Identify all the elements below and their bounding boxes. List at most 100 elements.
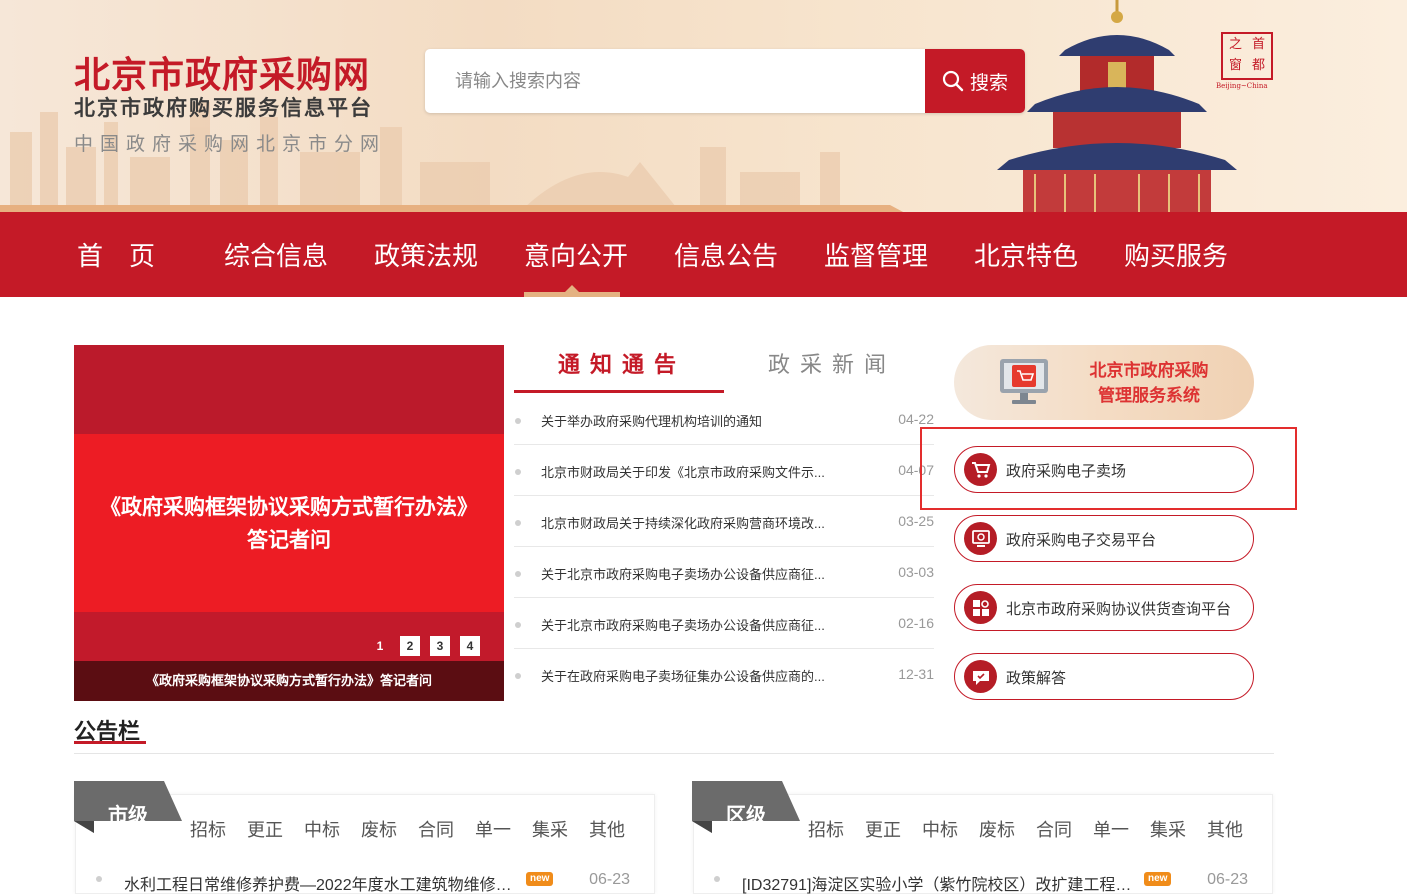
city-level-panel: 市级 招标 更正 中标 废标 合同 单一 集采 其他 水利工程日常维修养护费—2… — [74, 781, 655, 894]
bullet-icon — [515, 673, 521, 679]
notice-title[interactable]: 关于举办政府采购代理机构培训的通知 — [541, 411, 861, 430]
tab-correction[interactable]: 更正 — [865, 816, 901, 842]
tab-tender[interactable]: 招标 — [190, 816, 226, 842]
panel-tag-label: 市级 — [108, 803, 148, 827]
announcement-title[interactable]: 水利工程日常维修养护费—2022年度水工建筑物维修养... — [124, 871, 524, 894]
board-title-underline — [74, 741, 146, 744]
nav-item-policy[interactable]: 政策法规 — [374, 236, 478, 273]
notice-title[interactable]: 关于北京市政府采购电子卖场办公设备供应商征... — [541, 564, 861, 583]
tab-notices[interactable]: 通知通告 — [558, 347, 686, 379]
tab-procurement-news[interactable]: 政采新闻 — [768, 347, 896, 379]
system-banner-text: 北京市政府采购 管理服务系统 — [1089, 361, 1209, 406]
carousel-slide[interactable]: 《政府采购框架协议采购方式暂行办法》 答记者问 — [74, 434, 504, 612]
search-bar: 搜索 — [425, 49, 1025, 113]
policy-qa-link[interactable]: 政策解答 — [954, 653, 1254, 700]
board-divider — [74, 753, 1274, 754]
tab-correction[interactable]: 更正 — [247, 816, 283, 842]
nav-item-intention[interactable]: 意向公开 — [524, 236, 628, 273]
seal-caption: Beijing~China — [1216, 82, 1268, 90]
carousel-page-1[interactable]: 1 — [370, 636, 390, 656]
list-item[interactable]: 关于北京市政府采购电子卖场办公设备供应商征... 02-16 — [514, 598, 934, 649]
category-tabs: 招标 更正 中标 废标 合同 单一 集采 其他 — [808, 816, 1243, 842]
list-item[interactable]: 关于北京市政府采购电子卖场办公设备供应商征... 03-03 — [514, 547, 934, 598]
bullet-icon — [515, 418, 521, 424]
list-item[interactable]: [ID32791]海淀区实验小学（紫竹院校区）改扩建工程配... new 06-… — [694, 857, 1272, 894]
tab-single-source[interactable]: 单一 — [475, 816, 511, 842]
notice-date: 02-16 — [898, 615, 934, 631]
query-icon — [964, 591, 997, 624]
supply-query-platform-label: 北京市政府采购协议供货查询平台 — [1006, 601, 1232, 618]
tab-other[interactable]: 其他 — [589, 816, 625, 842]
policy-qa-label: 政策解答 — [1006, 670, 1067, 687]
nav-item-home[interactable]: 首 页 — [77, 236, 155, 273]
nav-item-announcements[interactable]: 信息公告 — [674, 236, 778, 273]
bullet-icon — [96, 876, 102, 882]
notice-date: 04-22 — [898, 411, 934, 427]
district-level-panel: 区级 招标 更正 中标 废标 合同 单一 集采 其他 [ID32791]海淀区实… — [692, 781, 1273, 894]
monitor-cart-icon — [1000, 359, 1048, 404]
nav-active-indicator — [524, 292, 620, 297]
nav-item-beijing-features[interactable]: 北京特色 — [974, 236, 1078, 273]
notice-tabs: 通知通告 政采新闻 — [514, 345, 934, 393]
list-item[interactable]: 北京市财政局关于持续深化政府采购营商环境改... 03-25 — [514, 496, 934, 547]
trade-platform-icon — [964, 522, 997, 555]
e-trading-platform-label: 政府采购电子交易平台 — [1006, 532, 1157, 549]
tab-active-underline — [514, 390, 724, 393]
notice-date: 12-31 — [898, 666, 934, 682]
bullet-icon — [515, 520, 521, 526]
tab-award[interactable]: 中标 — [922, 816, 958, 842]
bullet-icon — [515, 469, 521, 475]
highlight-annotation-box — [920, 427, 1297, 510]
carousel-heading-line1: 《政府采购框架协议采购方式暂行办法》 — [100, 494, 478, 519]
announcement-title[interactable]: [ID32791]海淀区实验小学（紫竹院校区）改扩建工程配... — [742, 871, 1142, 894]
carousel-page-3[interactable]: 3 — [430, 636, 450, 656]
site-subtitle-secondary: 中国政府采购网北京市分网 — [74, 133, 387, 155]
tab-single-source[interactable]: 单一 — [1093, 816, 1129, 842]
news-carousel[interactable]: 《政府采购框架协议采购方式暂行办法》 答记者问 1 2 3 4 《政府采购框架协… — [74, 345, 504, 701]
carousel-page-4[interactable]: 4 — [460, 636, 480, 656]
tab-cancel[interactable]: 废标 — [979, 816, 1015, 842]
notice-title[interactable]: 北京市财政局关于持续深化政府采购营商环境改... — [541, 513, 861, 532]
nav-item-purchase-services[interactable]: 购买服务 — [1124, 236, 1228, 273]
search-icon — [942, 70, 964, 92]
new-badge: new — [526, 872, 554, 886]
e-trading-platform-link[interactable]: 政府采购电子交易平台 — [954, 515, 1254, 562]
tab-centralized[interactable]: 集采 — [1150, 816, 1186, 842]
carousel-caption[interactable]: 《政府采购框架协议采购方式暂行办法》答记者问 — [74, 661, 504, 701]
chat-icon — [964, 660, 997, 693]
site-subtitle: 北京市政府购买服务信息平台 — [74, 96, 373, 120]
tab-other[interactable]: 其他 — [1207, 816, 1243, 842]
procurement-management-system-link[interactable]: 北京市政府采购 管理服务系统 — [954, 345, 1254, 420]
nav-item-supervision[interactable]: 监督管理 — [824, 236, 928, 273]
tab-contract[interactable]: 合同 — [1036, 816, 1072, 842]
tab-contract[interactable]: 合同 — [418, 816, 454, 842]
supply-query-platform-link[interactable]: 北京市政府采购协议供货查询平台 — [954, 584, 1254, 631]
carousel-heading-line2: 答记者问 — [247, 527, 331, 552]
carousel-pager: 1 2 3 4 — [370, 636, 480, 656]
carousel-page-2[interactable]: 2 — [400, 636, 420, 656]
tab-tender[interactable]: 招标 — [808, 816, 844, 842]
list-item[interactable]: 关于在政府采购电子卖场征集办公设备供应商的... 12-31 — [514, 649, 934, 700]
bullet-icon — [515, 571, 521, 577]
list-item[interactable]: 水利工程日常维修养护费—2022年度水工建筑物维修养... new 06-23 — [76, 857, 654, 894]
list-item[interactable]: 北京市财政局关于印发《北京市政府采购文件示... 04-07 — [514, 445, 934, 496]
search-input[interactable] — [425, 49, 925, 113]
notice-title[interactable]: 关于北京市政府采购电子卖场办公设备供应商征... — [541, 615, 861, 634]
tab-award[interactable]: 中标 — [304, 816, 340, 842]
temple-of-heaven-illustration — [997, 0, 1237, 212]
capital-window-seal: 之首 窗都 — [1221, 32, 1273, 80]
bullet-icon — [714, 876, 720, 882]
nav-item-general-info[interactable]: 综合信息 — [224, 236, 328, 273]
notice-title[interactable]: 关于在政府采购电子卖场征集办公设备供应商的... — [541, 666, 861, 685]
notice-list: 关于举办政府采购代理机构培训的通知 04-22 北京市财政局关于印发《北京市政府… — [514, 394, 934, 700]
list-item[interactable]: 关于举办政府采购代理机构培训的通知 04-22 — [514, 394, 934, 445]
main-nav: 首 页 综合信息 政策法规 意向公开 信息公告 监督管理 北京特色 购买服务 — [0, 212, 1407, 297]
notice-date: 03-03 — [898, 564, 934, 580]
site-title[interactable]: 北京市政府采购网 — [74, 46, 370, 98]
new-badge: new — [1144, 872, 1172, 886]
notice-title[interactable]: 北京市财政局关于印发《北京市政府采购文件示... — [541, 462, 861, 481]
announcement-date: 06-23 — [1207, 871, 1248, 888]
tab-cancel[interactable]: 废标 — [361, 816, 397, 842]
announcement-date: 06-23 — [589, 871, 630, 888]
tab-centralized[interactable]: 集采 — [532, 816, 568, 842]
